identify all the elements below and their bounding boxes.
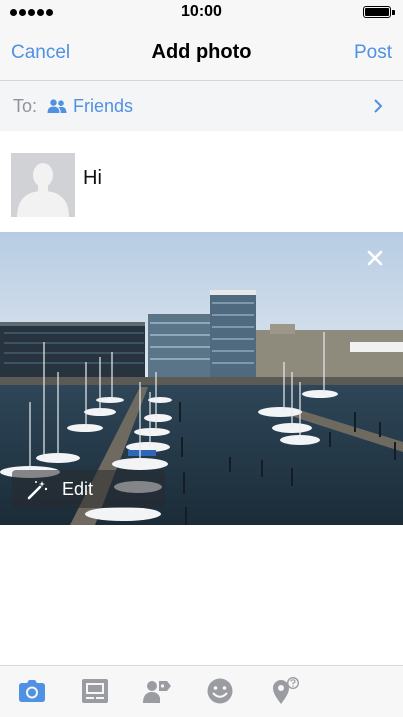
avatar	[11, 153, 75, 217]
close-icon[interactable]	[367, 250, 383, 266]
location-pin-icon[interactable]	[270, 677, 300, 705]
composer: Hi	[0, 131, 403, 231]
friends-icon	[47, 99, 67, 113]
battery-tip	[392, 10, 395, 15]
magic-wand-icon	[27, 481, 48, 500]
smiley-icon[interactable]	[205, 677, 235, 705]
composer-toolbar	[0, 665, 403, 717]
tag-people-icon[interactable]	[142, 677, 172, 705]
navigation-bar: Cancel Add photo Post	[0, 26, 403, 81]
status-bar: 10:00	[0, 0, 403, 26]
chevron-right-icon	[374, 99, 383, 113]
camera-icon[interactable]	[17, 677, 47, 705]
attached-photo: Edit	[0, 232, 403, 525]
cancel-button[interactable]: Cancel	[11, 42, 70, 64]
battery-icon	[363, 6, 391, 18]
profile-silhouette-icon	[11, 153, 75, 217]
audience-value: Friends	[73, 96, 134, 116]
to-label: To:	[13, 96, 38, 116]
photo-album-icon[interactable]	[80, 677, 110, 705]
post-text-input[interactable]: Hi	[83, 167, 102, 190]
audience-selector[interactable]: To: Friends	[0, 81, 403, 132]
edit-photo-button[interactable]: Edit	[12, 470, 165, 508]
status-time: 10:00	[181, 3, 222, 20]
post-button[interactable]: Post	[354, 42, 392, 64]
edit-label: Edit	[62, 479, 94, 499]
